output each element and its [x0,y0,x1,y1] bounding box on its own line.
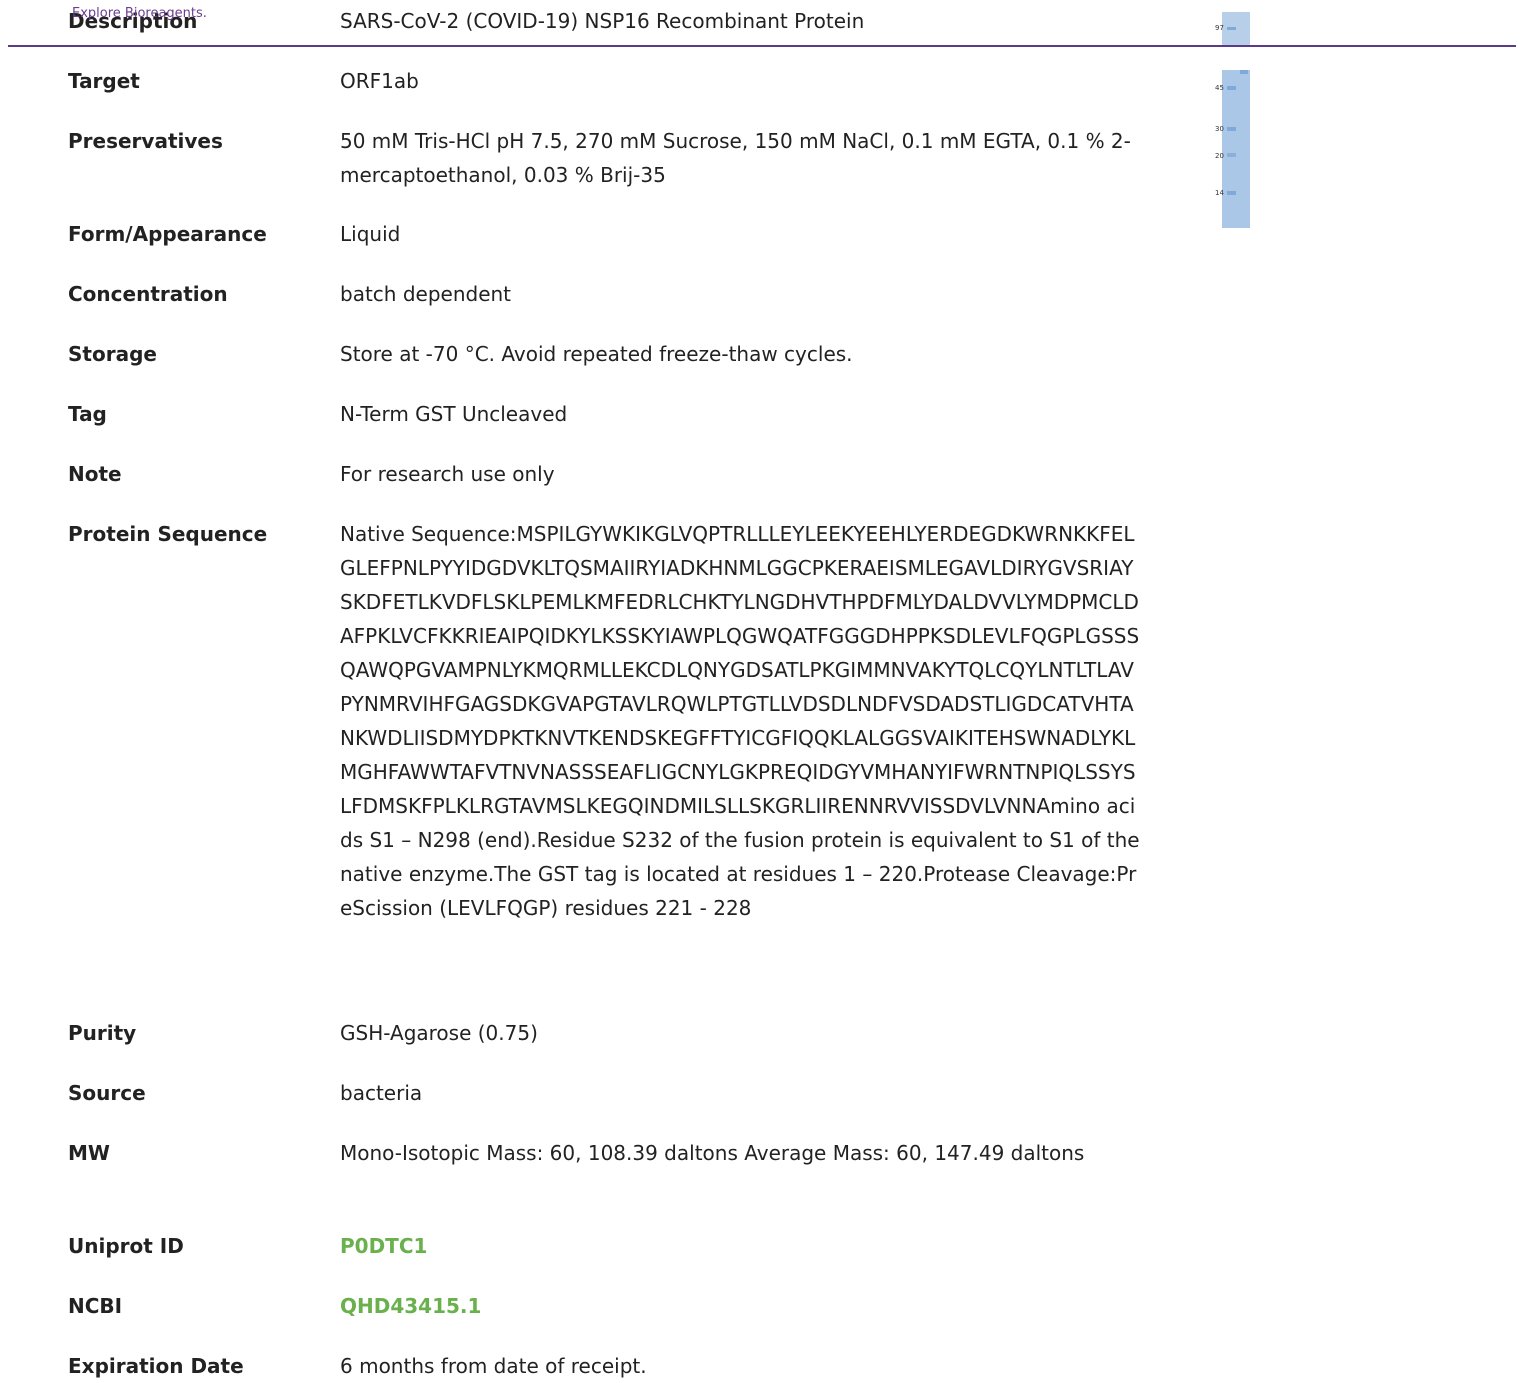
spec-label: Protein Sequence [68,522,268,546]
spec-value: Liquid [340,222,401,246]
spec-value: SARS-CoV-2 (COVID-19) NSP16 Recombinant … [340,9,865,33]
spec-value: N-Term GST Uncleaved [340,402,568,426]
spec-label: NCBI [68,1294,123,1318]
spec-value: Mono-Isotopic Mass: 60, 108.39 daltons A… [340,1141,1085,1165]
spec-label: MW [68,1141,110,1165]
spec-label: Form/Appearance [68,222,267,246]
uniprot-id-link[interactable]: P0DTC1 [340,1234,427,1258]
spec-label: Tag [68,402,107,426]
ncbi-link[interactable]: QHD43415.1 [340,1294,481,1318]
gel-marker-label: 30 [1215,125,1224,133]
spec-label: Source [68,1081,146,1105]
protein-sequence-text: Native Sequence:MSPILGYWKIKGLVQPTRLLLEYL… [340,522,1140,920]
spec-label: Uniprot ID [68,1234,184,1258]
gel-marker-label: 20 [1215,152,1224,160]
spec-value: bacteria [340,1081,423,1105]
header-divider [8,45,1516,47]
spec-label: Concentration [68,282,228,306]
spec-value: 50 mM Tris-HCl pH 7.5, 270 mM Sucrose, 1… [340,129,1131,187]
spec-label: Note [68,462,122,486]
gel-marker-label: 45 [1215,84,1224,92]
spec-label: Storage [68,342,157,366]
gel-marker-label: 97 [1215,24,1224,32]
spec-value: ORF1ab [340,69,419,93]
spec-label: Purity [68,1021,137,1045]
site-tagline: Explore Bioreagents. [72,6,207,21]
spec-value: Store at -70 °C. Avoid repeated freeze-t… [340,342,853,366]
gel-marker-label: 14 [1215,189,1224,197]
spec-value: For research use only [340,462,555,486]
spec-label: Preservatives [68,129,223,153]
spec-value: batch dependent [340,282,512,306]
spec-label: Target [68,69,140,93]
spec-value: GSH-Agarose (0.75) [340,1021,538,1045]
